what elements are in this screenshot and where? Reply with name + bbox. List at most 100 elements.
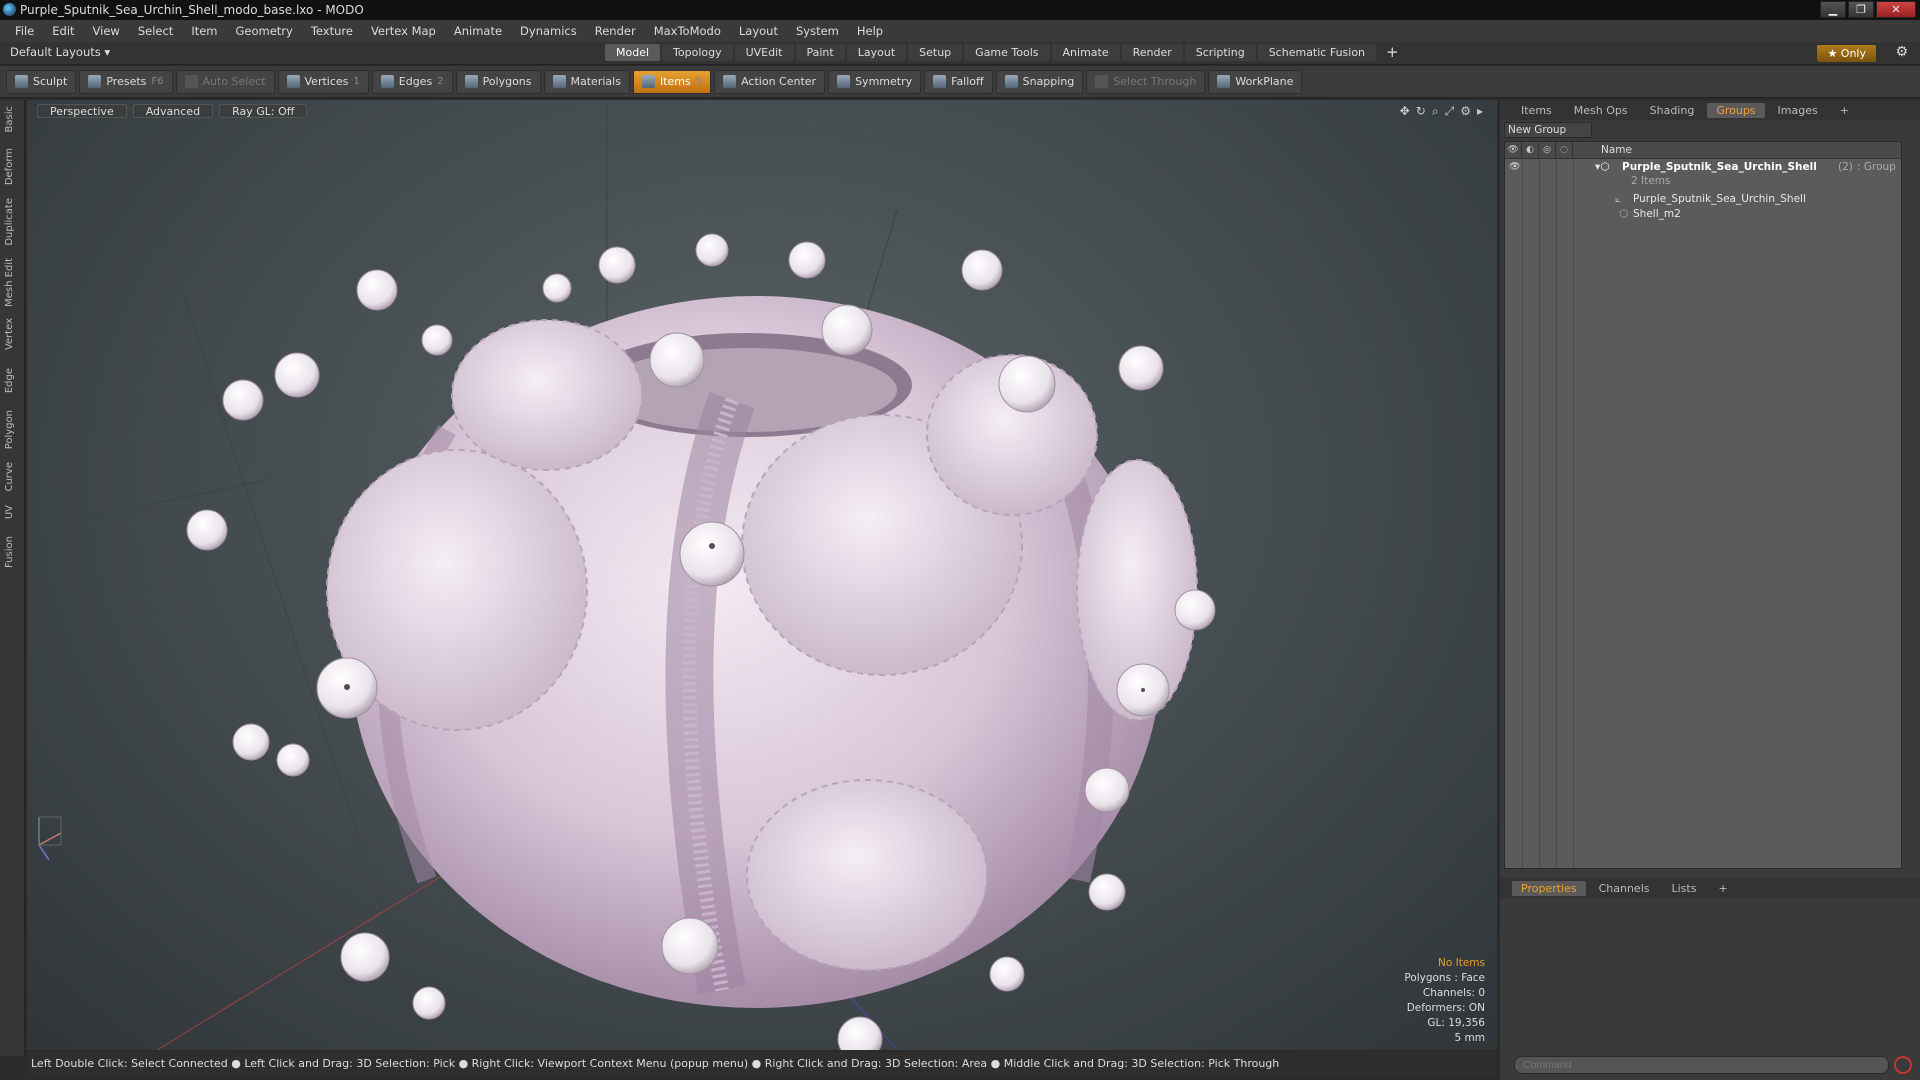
list-item-label: Purple_Sputnik_Sea_Urchin_Shell — [1633, 193, 1806, 205]
auto-select-button[interactable]: Auto Select — [175, 69, 275, 94]
falloff-button[interactable]: Falloff — [924, 69, 993, 94]
tab-properties[interactable]: Properties — [1512, 880, 1586, 896]
tab-polygon[interactable]: Polygon — [4, 410, 20, 449]
materials-button[interactable]: Materials — [543, 69, 630, 94]
add-bottom-tab-button[interactable]: + — [1709, 881, 1736, 896]
close-button[interactable]: ✕ — [1876, 1, 1916, 18]
polygons-stat: Polygons : Face — [1404, 972, 1485, 984]
tab-paint[interactable]: Paint — [795, 44, 845, 61]
presets-button[interactable]: Presets F6 — [79, 69, 173, 94]
list-item[interactable]: ⟀ Purple_Sputnik_Sea_Urchin_Shell — [1505, 193, 1901, 208]
presets-icon — [88, 75, 102, 88]
tab-scripting[interactable]: Scripting — [1184, 44, 1256, 61]
tab-schematic-fusion[interactable]: Schematic Fusion — [1257, 44, 1377, 61]
tab-layout[interactable]: Layout — [846, 44, 907, 61]
group-row[interactable]: 👁 ▾⬡ Purple_Sputnik_Sea_Urchin_Shell (2)… — [1505, 161, 1901, 176]
mesh-item-icon: ⬡ — [1619, 208, 1629, 220]
tab-render[interactable]: Render — [1121, 44, 1183, 61]
visibility-icon[interactable]: 👁 — [1509, 162, 1520, 172]
add-panel-tab-button[interactable]: + — [1831, 103, 1858, 118]
tab-setup[interactable]: Setup — [908, 44, 963, 61]
channels-stat: Channels: 0 — [1422, 987, 1485, 999]
right-panel-tabs: Items Mesh Ops Shading Groups Images + — [1500, 100, 1920, 120]
sculpt-button[interactable]: Sculpt — [6, 69, 77, 94]
edges-button[interactable]: Edges 2 — [371, 69, 453, 94]
snapping-button[interactable]: Snapping — [995, 69, 1084, 94]
tab-model[interactable]: Model — [605, 44, 661, 61]
tab-animate[interactable]: Animate — [1051, 44, 1120, 61]
menu-vertex-map[interactable]: Vertex Map — [362, 24, 445, 38]
select-column-icon[interactable]: ◌ — [1556, 142, 1573, 159]
tab-fusion[interactable]: Fusion — [4, 536, 20, 568]
menu-view[interactable]: View — [84, 24, 129, 38]
items-button[interactable]: Items 5 — [632, 69, 712, 94]
menu-geometry[interactable]: Geometry — [227, 24, 302, 38]
items-icon — [641, 75, 655, 88]
deformers-stat: Deformers: ON — [1406, 1002, 1485, 1014]
menu-select[interactable]: Select — [129, 24, 182, 38]
tab-groups[interactable]: Groups — [1707, 102, 1765, 118]
lock-column-icon[interactable]: ◎ — [1539, 142, 1556, 159]
visibility-column-icon[interactable]: 👁 — [1505, 142, 1522, 159]
group-type: : Group — [1857, 161, 1896, 173]
tab-channels[interactable]: Channels — [1590, 881, 1659, 896]
tab-duplicate[interactable]: Duplicate — [4, 198, 20, 246]
select-through-icon — [1095, 75, 1109, 88]
workplane-button[interactable]: WorkPlane — [1208, 69, 1303, 94]
group-list-header: 👁 ◐ ◎ ◌ Name — [1505, 142, 1901, 159]
group-items-count-row: 2 Items — [1505, 175, 1901, 190]
tab-topology[interactable]: Topology — [662, 44, 733, 61]
polygons-button[interactable]: Polygons — [455, 69, 541, 94]
tab-mesh-edit[interactable]: Mesh Edit — [4, 258, 20, 307]
group-list[interactable]: 👁 ◐ ◎ ◌ Name 👁 ▾⬡ Purple_Sputnik_Sea_Urc… — [1504, 141, 1902, 869]
tab-basic[interactable]: Basic — [4, 106, 20, 132]
tab-shading[interactable]: Shading — [1641, 103, 1704, 118]
gear-icon[interactable]: ⚙ — [1895, 44, 1908, 60]
menu-animate[interactable]: Animate — [445, 24, 511, 38]
vertices-button[interactable]: Vertices 1 — [277, 69, 369, 94]
menu-texture[interactable]: Texture — [302, 24, 362, 38]
maximize-button[interactable]: ❐ — [1848, 1, 1874, 18]
tab-lists[interactable]: Lists — [1663, 881, 1706, 896]
menu-dynamics[interactable]: Dynamics — [511, 24, 586, 38]
tab-images[interactable]: Images — [1769, 103, 1827, 118]
tab-curve[interactable]: Curve — [4, 462, 20, 492]
gl-stat: GL: 19,356 — [1427, 1017, 1485, 1029]
menu-edit[interactable]: Edit — [43, 24, 83, 38]
symmetry-button[interactable]: Symmetry — [828, 69, 922, 94]
command-input[interactable] — [1514, 1056, 1889, 1074]
group-list-scrollbar[interactable] — [1904, 141, 1918, 869]
menu-layout[interactable]: Layout — [730, 24, 787, 38]
tab-edge[interactable]: Edge — [4, 368, 20, 393]
mode-tabs: Model Topology UVEdit Paint Layout Setup… — [605, 44, 1407, 61]
tab-vertex[interactable]: Vertex — [4, 318, 20, 350]
modo-app-icon — [3, 3, 16, 16]
materials-icon — [552, 75, 566, 88]
menu-file[interactable]: File — [6, 24, 43, 38]
add-tab-button[interactable]: + — [1378, 44, 1407, 61]
menu-item[interactable]: Item — [182, 24, 226, 38]
new-group-button[interactable]: New Group — [1504, 122, 1592, 138]
menu-maxtomodo[interactable]: MaxToModo — [645, 24, 730, 38]
tab-uvedit[interactable]: UVEdit — [734, 44, 794, 61]
menu-system[interactable]: System — [787, 24, 848, 38]
right-panel: Items Mesh Ops Shading Groups Images + N… — [1500, 100, 1920, 1080]
select-through-button[interactable]: Select Through — [1086, 69, 1206, 94]
sea-urchin-shell-mesh[interactable] — [326, 296, 1198, 1008]
tab-deform[interactable]: Deform — [4, 148, 20, 185]
action-center-button[interactable]: Action Center — [714, 69, 826, 94]
minimize-button[interactable]: ▁ — [1820, 1, 1846, 18]
tab-mesh-ops[interactable]: Mesh Ops — [1565, 103, 1637, 118]
render-column-icon[interactable]: ◐ — [1522, 142, 1539, 159]
menu-help[interactable]: Help — [848, 24, 892, 38]
menu-render[interactable]: Render — [586, 24, 645, 38]
name-column-header[interactable]: Name — [1601, 144, 1632, 156]
list-item[interactable]: ⬡ Shell_m2 — [1505, 208, 1901, 223]
command-record-icon[interactable] — [1894, 1056, 1912, 1074]
layout-selector[interactable]: Default Layouts ▾ — [10, 45, 110, 59]
only-button[interactable]: ★ Only — [1817, 45, 1876, 62]
tab-uv[interactable]: UV — [4, 505, 20, 519]
tab-game-tools[interactable]: Game Tools — [964, 44, 1050, 61]
3d-viewport[interactable]: Perspective Advanced Ray GL: Off ✥ ↻ ⌕ ⤢… — [27, 100, 1497, 1050]
tab-items[interactable]: Items — [1512, 103, 1561, 118]
